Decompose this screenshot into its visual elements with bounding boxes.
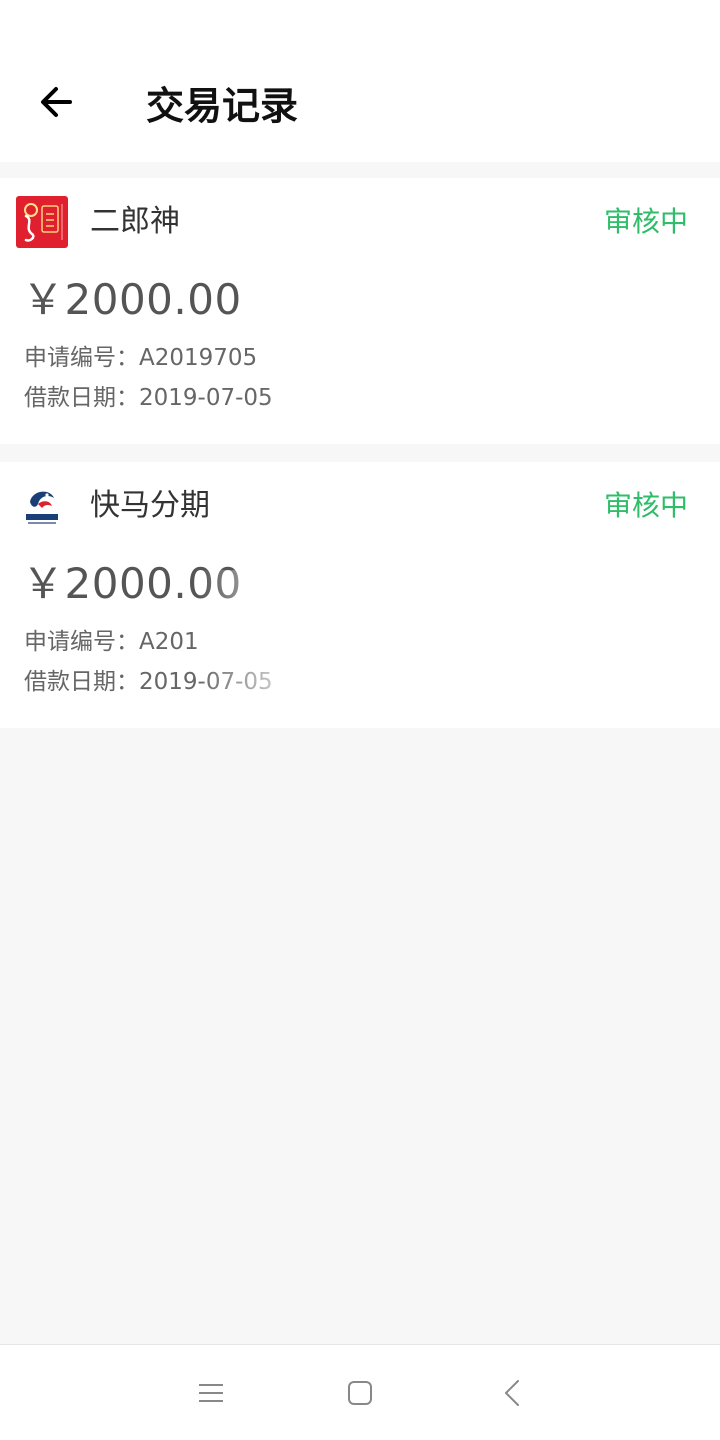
status-badge: 审核中 (603, 489, 688, 522)
redaction-overlay (262, 328, 720, 438)
loan-date: 借款日期：2019-07-05 (24, 385, 273, 411)
status-badge: 审核中 (603, 205, 688, 238)
menu-icon (199, 1384, 223, 1402)
card-gap (0, 444, 720, 462)
back-button[interactable] (28, 74, 84, 130)
section-gap (0, 162, 720, 178)
erlangshen-logo (16, 196, 68, 248)
back-icon (505, 1380, 519, 1406)
loan-amount: ￥2000.00 (22, 559, 242, 608)
nav-back-button[interactable] (488, 1369, 536, 1417)
app-header: 交易记录 (0, 54, 720, 162)
page-title: 交易记录 (146, 84, 299, 128)
loan-amount: ￥2000.00 (22, 275, 242, 324)
kuaima-logo-icon (16, 480, 68, 532)
erlangshen-logo-icon (16, 196, 68, 248)
system-nav-bar (0, 1344, 720, 1440)
record-card-erlangshen[interactable]: 二郎神 审核中 ￥2000.00 申请编号：A2019705 借款日期：2019… (0, 178, 720, 444)
nav-menu-button[interactable] (187, 1369, 235, 1417)
status-bar (0, 0, 720, 54)
lender-name: 二郎神 (90, 204, 180, 239)
application-number: 申请编号：A201 (24, 629, 199, 655)
record-card-kuaima[interactable]: 快马分期 审核中 ￥2000.00 申请编号：A201 借款日期：2019-07… (0, 462, 720, 728)
back-arrow-icon (41, 87, 72, 117)
lender-name: 快马分期 (90, 488, 210, 523)
kuaima-logo (16, 480, 68, 532)
nav-home-button[interactable] (336, 1369, 384, 1417)
loan-date: 借款日期：2019-07-05 (24, 669, 273, 695)
redaction-overlay (198, 570, 720, 724)
home-icon (348, 1381, 372, 1405)
application-number: 申请编号：A2019705 (24, 345, 258, 371)
